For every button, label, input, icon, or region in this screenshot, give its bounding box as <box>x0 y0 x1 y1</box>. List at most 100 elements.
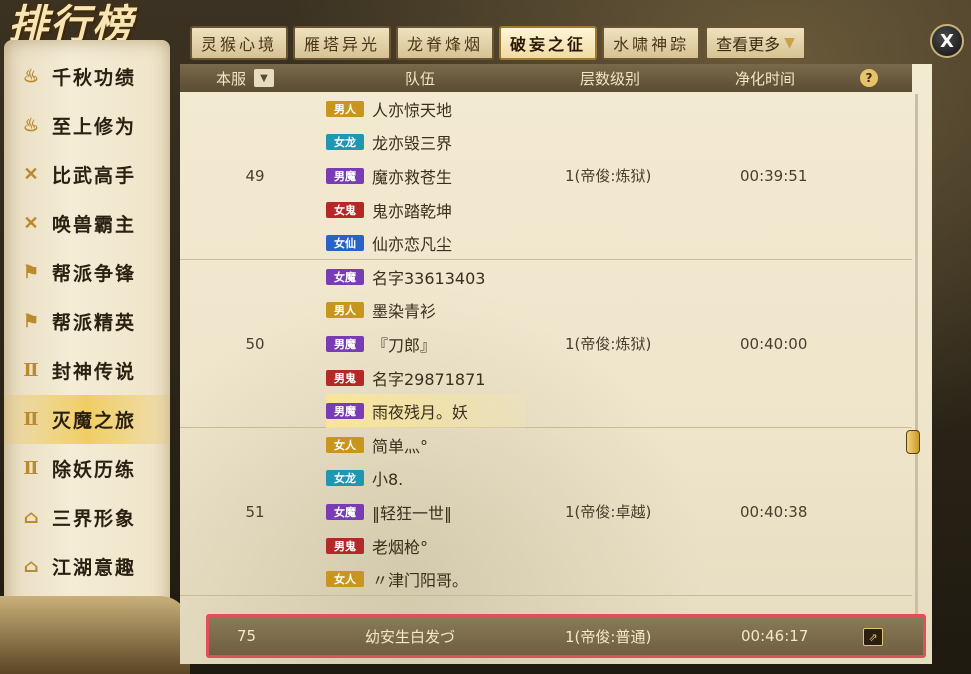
member-name: 龙亦毁三界 <box>372 134 453 154</box>
class-badge: 男魔 <box>326 403 364 420</box>
sidebar-item-label: 比武高手 <box>52 165 137 187</box>
rank-group: 51 女人 简单灬° 女龙 小8. 女魔 ‖轻狂一世‖ 男鬼 老烟枪° 女人 〃津门阳哥。 1(帝俊:… <box>180 428 912 596</box>
clear-time: 00:40:38 <box>740 502 808 521</box>
header-team: 队伍 <box>404 69 435 88</box>
team-member[interactable]: 女龙 小8. <box>326 462 566 496</box>
flame-icon: ♨ <box>22 115 42 136</box>
member-name: 小8. <box>372 470 404 490</box>
sidebar-item-label: 至上修为 <box>52 116 137 138</box>
member-name: 老烟枪° <box>372 537 429 557</box>
team-member[interactable]: 女人 〃津门阳哥。 <box>326 562 566 596</box>
team-member[interactable]: 男鬼 名字29871871 <box>326 361 566 395</box>
rank-group: 50 女魔 名字33613403 男人 墨染青衫 男魔 『刀郎』 男鬼 名字29871871 男魔… <box>180 260 912 428</box>
class-badge: 男鬼 <box>326 369 364 386</box>
member-name: 仙亦恋凡尘 <box>372 235 453 255</box>
sidebar-item-2[interactable]: ✕ 比武高手 <box>4 150 170 199</box>
tab-2[interactable]: 龙脊烽烟 <box>396 26 495 60</box>
sidebar-item-label: 封神传说 <box>52 361 137 383</box>
class-badge: 女鬼 <box>326 201 364 218</box>
sidebar-item-1[interactable]: ♨ 至上修为 <box>4 101 170 150</box>
team-member[interactable]: 女仙 仙亦恋凡尘 <box>326 226 566 260</box>
sidebar-item-0[interactable]: ♨ 千秋功绩 <box>4 52 170 101</box>
team-member[interactable]: 女魔 名字33613403 <box>326 260 566 294</box>
pavilion-icon: ⌂ <box>23 507 41 528</box>
tab-label: 破妄之征 <box>510 35 587 54</box>
rank-number: 50 <box>245 334 265 353</box>
team-member[interactable]: 女鬼 鬼亦踏乾坤 <box>326 193 566 227</box>
member-name: 名字29871871 <box>372 369 486 389</box>
class-badge: 男魔 <box>326 167 364 184</box>
class-badge: 男人 <box>326 100 364 117</box>
view-more-button[interactable]: 查看更多 ▼ <box>705 26 806 60</box>
chevron-down-icon: ▼ <box>784 35 795 51</box>
team-member[interactable]: 男鬼 老烟枪° <box>326 529 566 563</box>
team-member[interactable]: 男魔 魔亦救苍生 <box>326 159 566 193</box>
rank-number: 51 <box>245 502 265 521</box>
team-member[interactable]: 男人 墨染青衫 <box>326 294 566 328</box>
tab-bar: 灵猴心境 雁塔异光 龙脊烽烟 破妄之征 水啸神踪 查看更多 ▼ <box>190 26 806 62</box>
share-icon[interactable]: ⇗ <box>863 628 883 646</box>
class-badge: 男人 <box>326 302 364 319</box>
team-member[interactable]: 女魔 ‖轻狂一世‖ <box>326 495 566 529</box>
ranking-panel: 本服 ▼ 队伍 层数级别 净化时间 ? 49 男人 人亦惊天地 女龙 龙亦毁三界 男魔 魔亦… <box>180 64 932 664</box>
member-name: 人亦惊天地 <box>372 100 453 120</box>
team-member[interactable]: 男魔 雨夜残月。妖 <box>326 394 526 428</box>
tab-3[interactable]: 破妄之征 <box>499 26 598 60</box>
sidebar-item-label: 江湖意趣 <box>52 557 137 579</box>
sidebar-item-label: 帮派精英 <box>52 312 137 334</box>
sidebar-item-4[interactable]: ⚑ 帮派争锋 <box>4 248 170 297</box>
class-badge: 女仙 <box>326 235 364 252</box>
sidebar-item-9[interactable]: ⌂ 三界形象 <box>4 493 170 542</box>
team-members: 女魔 名字33613403 男人 墨染青衫 男魔 『刀郎』 男鬼 名字29871871 男魔 雨夜… <box>326 260 566 428</box>
table-header: 本服 ▼ 队伍 层数级别 净化时间 ? <box>180 64 912 92</box>
sidebar-item-label: 千秋功绩 <box>52 67 137 89</box>
class-badge: 男鬼 <box>326 537 364 554</box>
class-badge: 女人 <box>326 571 364 588</box>
sidebar-item-8[interactable]: Ⅱ 除妖历练 <box>4 444 170 493</box>
sidebar-item-3[interactable]: ✕ 唤兽霸主 <box>4 199 170 248</box>
my-time: 00:46:17 <box>741 627 809 645</box>
scrollbar-track[interactable] <box>915 94 918 634</box>
header-layer: 层数级别 <box>579 69 640 88</box>
team-member[interactable]: 男人 人亦惊天地 <box>326 92 566 126</box>
my-rank-row: 75 幼安生白发づ 1(帝俊:普通) 00:46:17 ⇗ <box>206 614 926 658</box>
server-filter-dropdown[interactable]: ▼ <box>254 69 274 87</box>
close-button[interactable]: X <box>930 24 964 58</box>
crossed-swords-icon: ✕ <box>23 164 41 185</box>
tab-label: 雁塔异光 <box>304 35 381 54</box>
chevron-down-icon: ▼ <box>260 72 268 84</box>
team-members: 女人 简单灬° 女龙 小8. 女魔 ‖轻狂一世‖ 男鬼 老烟枪° 女人 〃津门阳哥。 <box>326 428 566 596</box>
sidebar-item-7[interactable]: Ⅱ 灭魔之旅 <box>4 395 170 444</box>
sidebar-ornament <box>0 596 190 674</box>
banner-icon: ⚑ <box>22 311 42 332</box>
tab-4[interactable]: 水啸神踪 <box>602 26 701 60</box>
member-name: 名字33613403 <box>372 268 486 288</box>
member-name: 〃津门阳哥。 <box>372 571 469 591</box>
sidebar-item-label: 帮派争锋 <box>52 263 137 285</box>
team-member[interactable]: 女人 简单灬° <box>326 428 566 462</box>
sidebar-item-label: 除妖历练 <box>52 459 137 481</box>
scrollbar-thumb[interactable] <box>906 430 920 454</box>
class-badge: 女魔 <box>326 268 364 285</box>
ranking-window: 排行榜 X ♨ 千秋功绩 ♨ 至上修为 ✕ 比武高手 ✕ 唤兽霸主 ⚑ 帮派争锋 ⚑ 帮派精英 Ⅱ 封神传… <box>0 0 971 674</box>
help-icon[interactable]: ? <box>860 69 878 87</box>
layer-level: 1(帝俊:炼狱) <box>565 167 652 185</box>
sidebar-item-10[interactable]: ⌂ 江湖意趣 <box>4 542 170 591</box>
team-member[interactable]: 男魔 『刀郎』 <box>326 327 566 361</box>
clear-time: 00:39:51 <box>740 166 808 185</box>
tab-0[interactable]: 灵猴心境 <box>190 26 289 60</box>
tab-1[interactable]: 雁塔异光 <box>293 26 392 60</box>
team-member[interactable]: 女龙 龙亦毁三界 <box>326 126 566 160</box>
view-more-label: 查看更多 <box>716 35 781 54</box>
header-rank-label: 本服 <box>215 69 246 88</box>
member-name: ‖轻狂一世‖ <box>372 503 453 523</box>
tab-label: 灵猴心境 <box>201 35 278 54</box>
rank-number: 49 <box>245 166 265 185</box>
my-rank: 75 <box>237 627 257 645</box>
spirit-icon: Ⅱ <box>23 409 41 430</box>
sidebar-item-5[interactable]: ⚑ 帮派精英 <box>4 297 170 346</box>
class-badge: 女龙 <box>326 134 364 151</box>
layer-level: 1(帝俊:炼狱) <box>565 335 652 353</box>
tab-label: 水啸神踪 <box>613 35 690 54</box>
sidebar-item-6[interactable]: Ⅱ 封神传说 <box>4 346 170 395</box>
